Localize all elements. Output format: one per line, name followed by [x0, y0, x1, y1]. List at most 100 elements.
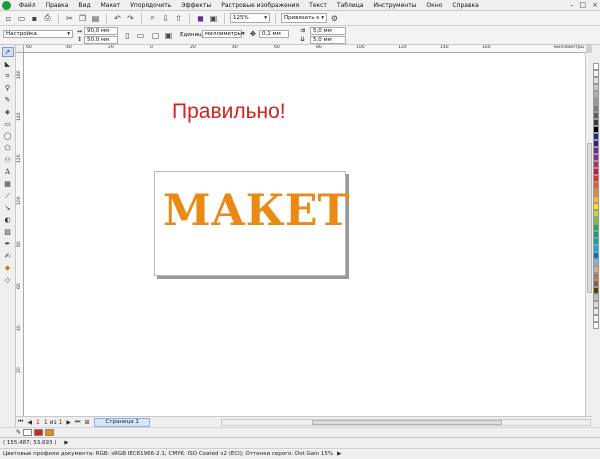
menu-table[interactable]: Таблица — [332, 2, 369, 9]
duplicate-y-field[interactable]: 5,0 мм — [310, 36, 346, 44]
palette-swatch[interactable] — [593, 259, 599, 266]
new-document-icon[interactable]: ▫ — [3, 13, 14, 24]
next-page-icon[interactable]: ▶ — [64, 419, 73, 426]
last-page-icon[interactable]: ⏭ — [73, 418, 82, 426]
parallel-dimension-tool-icon[interactable]: ⟋ — [2, 191, 14, 201]
palette-swatch[interactable] — [593, 231, 599, 238]
palette-swatch[interactable] — [593, 287, 599, 294]
palette-swatch[interactable] — [593, 112, 599, 119]
rectangle-tool-icon[interactable]: ▭ — [2, 119, 14, 129]
horizontal-scrollbar[interactable] — [221, 419, 591, 426]
palette-swatch[interactable] — [593, 140, 599, 147]
duplicate-x-field[interactable]: 5,0 мм — [310, 27, 346, 35]
close-button[interactable]: × — [592, 1, 598, 9]
palette-swatch[interactable] — [593, 189, 599, 196]
palette-swatch[interactable] — [593, 133, 599, 140]
menu-arrange[interactable]: Упорядочить — [125, 2, 176, 9]
palette-swatch[interactable] — [593, 77, 599, 84]
current-page-icon[interactable]: ▣ — [163, 30, 174, 41]
mockup-word-object[interactable]: МАКЕТ — [163, 186, 350, 236]
expand-status-icon[interactable]: ▶ — [64, 440, 68, 446]
welcome-screen-icon[interactable]: ▣ — [208, 13, 219, 24]
portrait-icon[interactable]: ▯ — [122, 30, 133, 41]
no-color-swatch[interactable] — [23, 429, 33, 436]
cut-icon[interactable]: ✂ — [64, 13, 75, 24]
app-launcher-icon[interactable]: ◼ — [195, 13, 206, 24]
palette-swatch[interactable] — [593, 175, 599, 182]
shape-tool-icon[interactable]: ◣ — [2, 59, 14, 69]
open-folder-icon[interactable]: ▭ — [16, 13, 27, 24]
menu-text[interactable]: Текст — [304, 2, 332, 9]
drawing-canvas[interactable]: Правильно! МАКЕТ — [24, 53, 585, 416]
palette-swatch[interactable] — [593, 308, 599, 315]
menu-edit[interactable]: Правка — [41, 2, 74, 9]
units-select[interactable]: миллиметры ▾ — [202, 30, 245, 38]
text-tool-icon[interactable]: A — [2, 167, 14, 177]
menu-file[interactable]: Файл — [14, 2, 41, 9]
palette-swatch[interactable] — [593, 98, 599, 105]
palette-swatch[interactable] — [593, 119, 599, 126]
basic-shapes-tool-icon[interactable]: ⚇ — [2, 155, 14, 165]
palette-swatch[interactable] — [593, 70, 599, 77]
export-icon[interactable]: ⇧ — [173, 13, 184, 24]
page-preset-select[interactable]: Настройка ▾ — [3, 30, 73, 38]
horizontal-ruler[interactable]: 60 40 20 0 20 40 60 80 100 120 140 160 м… — [24, 45, 586, 53]
palette-swatch[interactable] — [593, 252, 599, 259]
menu-window[interactable]: Окно — [421, 2, 447, 9]
menu-bitmaps[interactable]: Растровые изображения — [216, 2, 304, 9]
snap-to-select[interactable]: Привязать к ▾ — [281, 13, 327, 23]
options-gear-icon[interactable]: ⚙ — [329, 13, 340, 24]
connector-tool-icon[interactable]: ↘ — [2, 203, 14, 213]
palette-swatch[interactable] — [593, 224, 599, 231]
palette-swatch[interactable] — [593, 161, 599, 168]
palette-swatch[interactable] — [593, 147, 599, 154]
heading-text-object[interactable]: Правильно! — [172, 100, 286, 124]
minimize-button[interactable]: – — [570, 1, 574, 9]
paste-icon[interactable]: ▤ — [90, 13, 101, 24]
palette-swatch[interactable] — [593, 301, 599, 308]
vertical-scrollbar[interactable] — [585, 53, 592, 416]
menu-view[interactable]: Вид — [73, 2, 95, 9]
palette-swatch[interactable] — [593, 245, 599, 252]
blend-tool-icon[interactable]: ◐ — [2, 215, 14, 225]
add-page-icon[interactable]: ⊞ — [82, 419, 91, 426]
menu-tools[interactable]: Инструменты — [368, 2, 421, 9]
palette-swatch[interactable] — [593, 273, 599, 280]
palette-swatch[interactable] — [593, 238, 599, 245]
page-width-field[interactable]: 90,0 мм — [84, 27, 118, 35]
document-color-swatch[interactable] — [45, 429, 55, 436]
document-color-swatch[interactable] — [34, 429, 44, 436]
palette-swatch[interactable] — [593, 294, 599, 301]
palette-swatch[interactable] — [593, 105, 599, 112]
fill-tool-icon[interactable]: ◆ — [2, 263, 14, 273]
zoom-level-select[interactable]: 125% ▾ — [230, 13, 270, 23]
table-tool-icon[interactable]: ▦ — [2, 179, 14, 189]
transparency-tool-icon[interactable]: ▨ — [2, 227, 14, 237]
vertical-ruler[interactable]: 160 140 120 100 80 60 40 20 — [16, 53, 24, 416]
nudge-distance-field[interactable]: 0,1 мм — [259, 30, 289, 38]
page-height-field[interactable]: 50,0 мм — [84, 36, 118, 44]
outline-tool-icon[interactable]: ✍ — [2, 251, 14, 261]
palette-swatch[interactable] — [593, 84, 599, 91]
pick-tool-icon[interactable]: ➚ — [1, 47, 14, 57]
menu-help[interactable]: Справка — [447, 2, 483, 9]
palette-swatch[interactable] — [593, 91, 599, 98]
zoom-tool-icon[interactable]: ⚲ — [2, 83, 14, 93]
ruler-origin[interactable] — [16, 45, 24, 53]
palette-swatch[interactable] — [593, 217, 599, 224]
print-icon[interactable]: ⎙ — [42, 13, 53, 24]
search-content-icon[interactable]: ⌕ — [147, 13, 158, 24]
interactive-fill-tool-icon[interactable]: ◇ — [2, 275, 14, 285]
save-icon[interactable]: ▪ — [29, 13, 40, 24]
palette-swatch[interactable] — [593, 126, 599, 133]
crop-tool-icon[interactable]: ⌗ — [2, 71, 14, 81]
palette-swatch[interactable] — [593, 210, 599, 217]
palette-swatch[interactable] — [593, 182, 599, 189]
palette-swatch[interactable] — [593, 154, 599, 161]
eyedropper-icon[interactable]: ✎ — [16, 429, 21, 436]
polygon-tool-icon[interactable]: ⬠ — [2, 143, 14, 153]
tab-page-1[interactable]: Страница 1 — [94, 417, 150, 427]
palette-swatch[interactable] — [593, 196, 599, 203]
palette-swatch[interactable] — [593, 266, 599, 273]
palette-swatch[interactable] — [593, 63, 599, 70]
